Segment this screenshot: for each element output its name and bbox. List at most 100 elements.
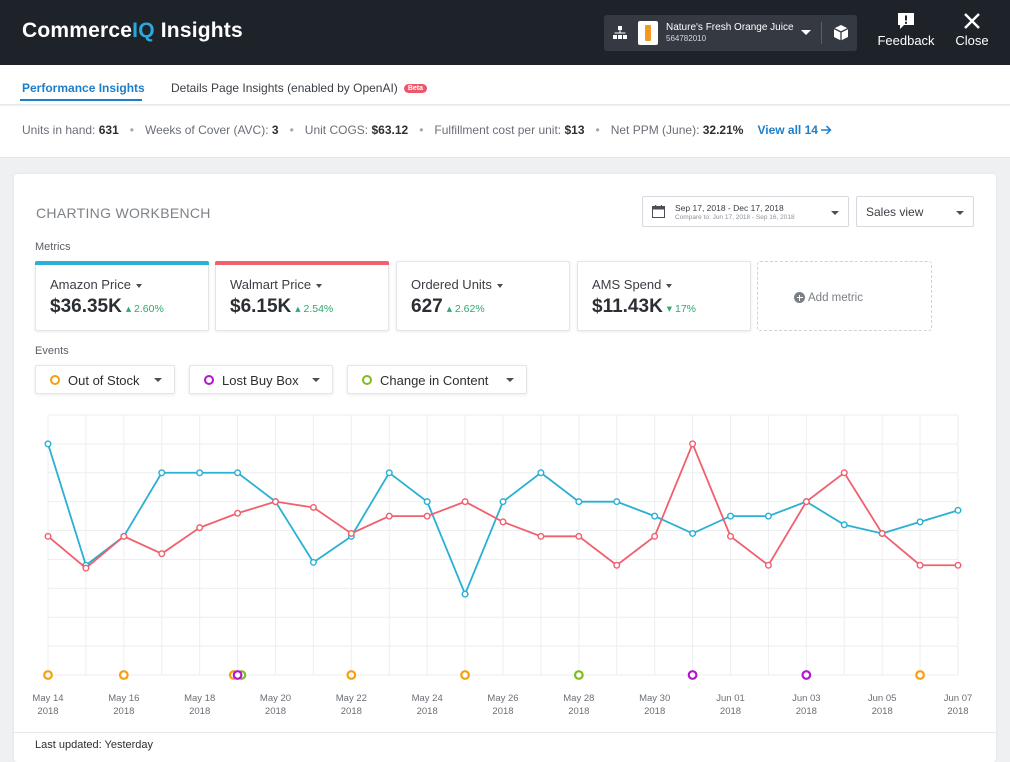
data-point: [537, 532, 545, 540]
data-point: [234, 509, 242, 517]
x-tick-label-year: 2018: [568, 706, 589, 717]
beta-badge: Beta: [403, 84, 427, 94]
data-point: [347, 529, 355, 537]
x-tick-label: May 22: [336, 693, 367, 704]
chevron-down-icon: [801, 30, 811, 35]
data-point: [651, 512, 659, 520]
data-point: [764, 561, 772, 569]
x-tick-label-year: 2018: [113, 706, 134, 717]
feedback-label: Feedback: [877, 33, 935, 48]
event-marker: [573, 670, 584, 680]
event-marker: [346, 670, 357, 680]
brand-iq: IQ: [132, 19, 155, 42]
weeks-of-cover: Weeks of Cover (AVC): 3: [144, 123, 279, 137]
package-icon[interactable]: [832, 24, 850, 42]
divider: [14, 732, 996, 733]
tab-details-page-insights[interactable]: Details Page Insights (enabled by OpenAI…: [171, 81, 427, 95]
x-tick-label: May 28: [563, 693, 594, 704]
tab-bar: Performance Insights Details Page Insigh…: [0, 65, 1010, 105]
x-tick-label-year: 2018: [341, 706, 362, 717]
x-tick-label-year: 2018: [37, 706, 58, 717]
data-point: [651, 532, 659, 540]
tab-details-label: Details Page Insights (enabled by OpenAI…: [171, 81, 398, 95]
view-all-link[interactable]: View all 14: [757, 123, 832, 137]
data-point: [727, 512, 735, 520]
x-tick-label: Jun 01: [716, 693, 745, 704]
last-updated: Last updated: Yesterday: [35, 739, 154, 751]
data-point: [689, 529, 697, 537]
product-thumbnail: [638, 21, 658, 45]
data-point: [916, 518, 924, 526]
close-label: Close: [955, 33, 989, 48]
x-tick-label: May 14: [32, 693, 63, 704]
feedback-button[interactable]: Feedback: [874, 12, 938, 48]
event-marker: [43, 670, 53, 680]
x-tick-label-year: 2018: [492, 706, 513, 717]
summary-bar: Units in hand: 631 • Weeks of Cover (AVC):…: [0, 106, 1010, 158]
brand-prefix: Commerce: [22, 19, 133, 42]
event-marker: [915, 670, 925, 680]
data-point: [840, 521, 848, 529]
data-point: [461, 590, 469, 598]
divider: [821, 22, 822, 44]
data-point: [727, 532, 735, 540]
x-tick-label: May 16: [108, 693, 139, 704]
units-in-hand: Units in hand: 631: [22, 123, 119, 137]
data-point: [537, 469, 545, 477]
x-tick-label-year: 2018: [796, 706, 817, 717]
data-point: [158, 550, 166, 558]
x-tick-label-year: 2018: [417, 706, 438, 717]
x-tick-label-year: 2018: [872, 706, 893, 717]
x-tick-label: May 18: [184, 693, 215, 704]
data-point: [499, 518, 507, 526]
x-tick-label-year: 2018: [720, 706, 741, 717]
top-bar: CommerceIQ Insights Nature's Fresh Orang…: [0, 0, 1010, 65]
x-tick-label: May 24: [412, 693, 443, 704]
data-point: [196, 524, 204, 532]
arrow-right-icon: [821, 125, 832, 135]
x-tick-label-year: 2018: [265, 706, 286, 717]
x-tick-label: May 26: [487, 693, 518, 704]
data-point: [385, 469, 393, 477]
hierarchy-icon: [613, 26, 627, 39]
data-point: [461, 498, 469, 506]
line-chart: May 14 2018 May 16 2018 May 18 2018 May 20 2018…: [32, 414, 973, 717]
data-point: [878, 529, 886, 537]
data-point: [44, 440, 52, 448]
x-tick-label: Jun 03: [792, 693, 821, 704]
feedback-icon: [898, 13, 914, 29]
product-name: Nature's Fresh Orange Juice: [666, 22, 794, 33]
x-tick-label: May 20: [260, 693, 291, 704]
x-tick-label: Jun 07: [944, 693, 973, 704]
data-point: [499, 498, 507, 506]
data-point: [840, 469, 848, 477]
data-point: [120, 532, 128, 540]
event-marker: [687, 670, 698, 680]
data-point: [954, 506, 962, 514]
data-point: [309, 558, 317, 566]
net-ppm: Net PPM (June): 32.21%: [610, 123, 744, 137]
brand-suffix: Insights: [154, 19, 243, 42]
data-point: [916, 561, 924, 569]
x-tick-label-year: 2018: [947, 706, 968, 717]
data-point: [44, 532, 52, 540]
data-point: [954, 561, 962, 569]
data-point: [82, 564, 90, 572]
app-logo: CommerceIQ Insights: [22, 19, 243, 43]
product-selector[interactable]: Nature's Fresh Orange Juice 564782010: [604, 15, 857, 51]
tab-performance-insights[interactable]: Performance Insights: [22, 81, 145, 95]
data-point: [423, 498, 431, 506]
data-point: [802, 498, 810, 506]
close-button[interactable]: Close: [952, 12, 992, 48]
x-tick-label-year: 2018: [189, 706, 210, 717]
data-point: [272, 498, 280, 506]
data-point: [196, 469, 204, 477]
x-tick-label-year: 2018: [644, 706, 665, 717]
data-point: [158, 469, 166, 477]
event-marker: [460, 670, 470, 680]
fulfillment-cost: Fulfillment cost per unit: $13: [434, 123, 585, 137]
data-point: [309, 503, 317, 511]
event-marker: [232, 670, 243, 680]
data-point: [385, 512, 393, 520]
event-marker: [801, 670, 812, 680]
